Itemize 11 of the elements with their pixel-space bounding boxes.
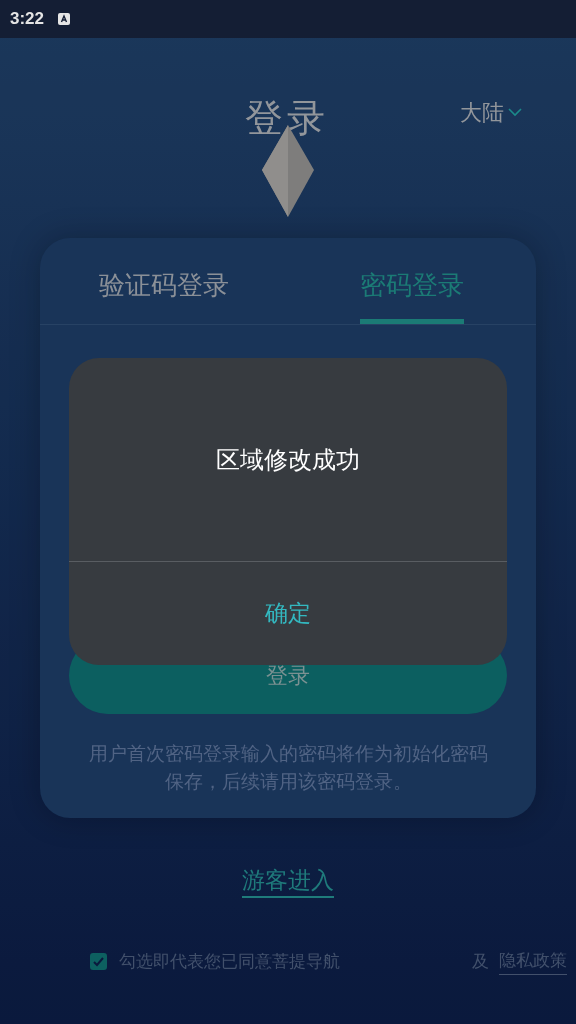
login-tab[interactable]: 密码登录 bbox=[360, 266, 464, 324]
dialog-message: 区域修改成功 bbox=[216, 444, 360, 475]
page-title: 登录 bbox=[245, 96, 329, 141]
region-selector[interactable]: 大陆 bbox=[460, 96, 522, 129]
confirm-button[interactable]: 确定 bbox=[257, 596, 319, 631]
chevron-down-icon bbox=[508, 108, 522, 117]
keyboard-notification-icon bbox=[58, 13, 71, 25]
login-tab[interactable]: 验证码登录 bbox=[99, 266, 229, 324]
status-time: 3:22 bbox=[10, 8, 45, 31]
agreement-checkbox[interactable] bbox=[90, 952, 107, 970]
guest-link[interactable]: 游客进入 bbox=[242, 864, 334, 898]
